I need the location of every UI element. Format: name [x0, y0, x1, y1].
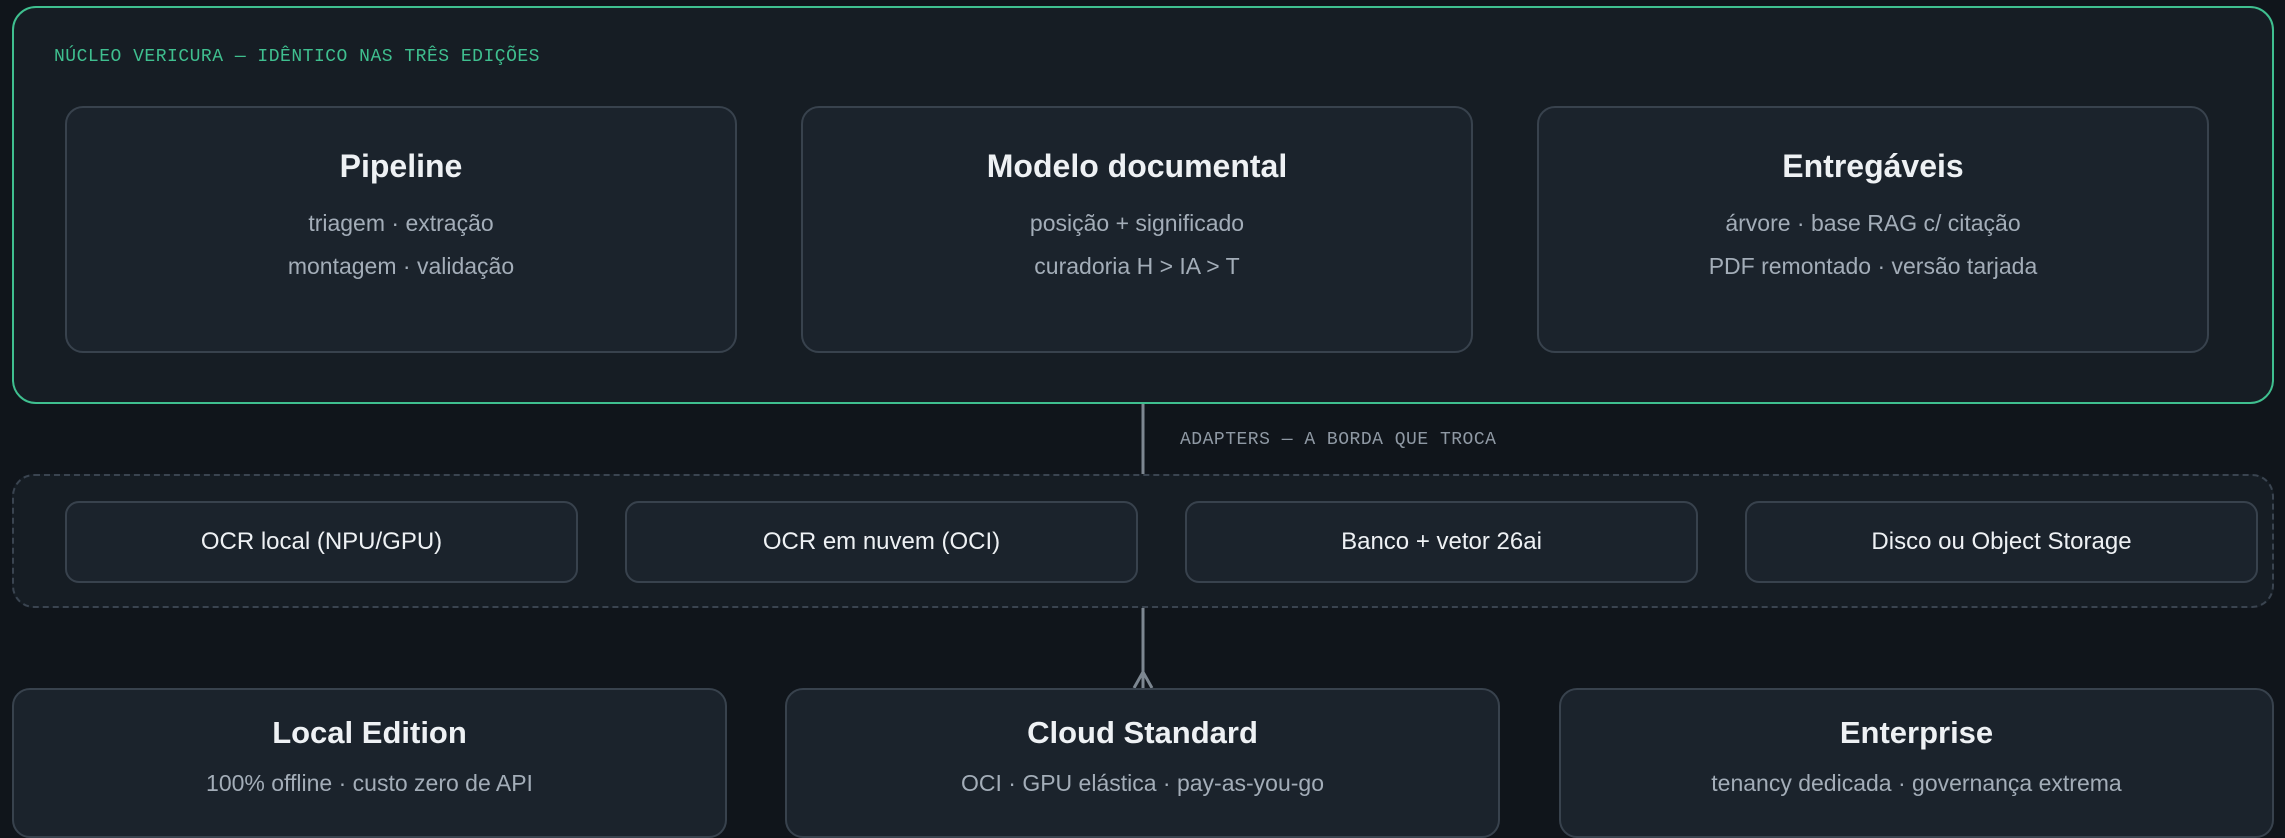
core-box-document-model: Modelo documental posição + significado … — [801, 106, 1473, 353]
core-box-line: triagem · extração — [308, 210, 494, 236]
adapters-label: ADAPTERS — A BORDA QUE TROCA — [1180, 430, 1497, 450]
core-box-line: curadoria H > IA > T — [1034, 253, 1240, 279]
core-box-line: árvore · base RAG c/ citação — [1725, 210, 2021, 236]
edition-title: Local Edition — [272, 715, 467, 750]
core-box-title: Pipeline — [339, 148, 463, 184]
core-box-title: Modelo documental — [986, 148, 1288, 184]
core-box-deliverables: Entregáveis árvore · base RAG c/ citação… — [1537, 106, 2209, 353]
adapter-ocr-local: OCR local (NPU/GPU) — [65, 501, 578, 583]
adapter-ocr-cloud: OCR em nuvem (OCI) — [625, 501, 1138, 583]
core-box-line: montagem · validação — [287, 253, 515, 279]
edition-enterprise: Enterprise tenancy dedicada · governança… — [1559, 688, 2274, 838]
edition-cloud-standard: Cloud Standard OCI · GPU elástica · pay-… — [785, 688, 1500, 838]
core-box-line: PDF remontado · versão tarjada — [1708, 253, 2038, 279]
edition-subtitle: tenancy dedicada · governança extrema — [1711, 770, 2122, 796]
adapter-database-vector: Banco + vetor 26ai — [1185, 501, 1698, 583]
edition-title: Cloud Standard — [1027, 715, 1258, 750]
core-panel-label: NÚCLEO VERICURA — IDÊNTICO NAS TRÊS EDIÇ… — [54, 47, 540, 67]
edition-subtitle: OCI · GPU elástica · pay-as-you-go — [960, 770, 1324, 796]
adapter-storage: Disco ou Object Storage — [1745, 501, 2258, 583]
core-box-title: Entregáveis — [1782, 148, 1964, 184]
core-box-pipeline: Pipeline triagem · extração montagem · v… — [65, 106, 737, 353]
edition-title: Enterprise — [1839, 715, 1994, 750]
edition-subtitle: 100% offline · custo zero de API — [206, 770, 533, 796]
core-box-line: posição + significado — [1029, 210, 1245, 236]
edition-local: Local Edition 100% offline · custo zero … — [12, 688, 727, 838]
